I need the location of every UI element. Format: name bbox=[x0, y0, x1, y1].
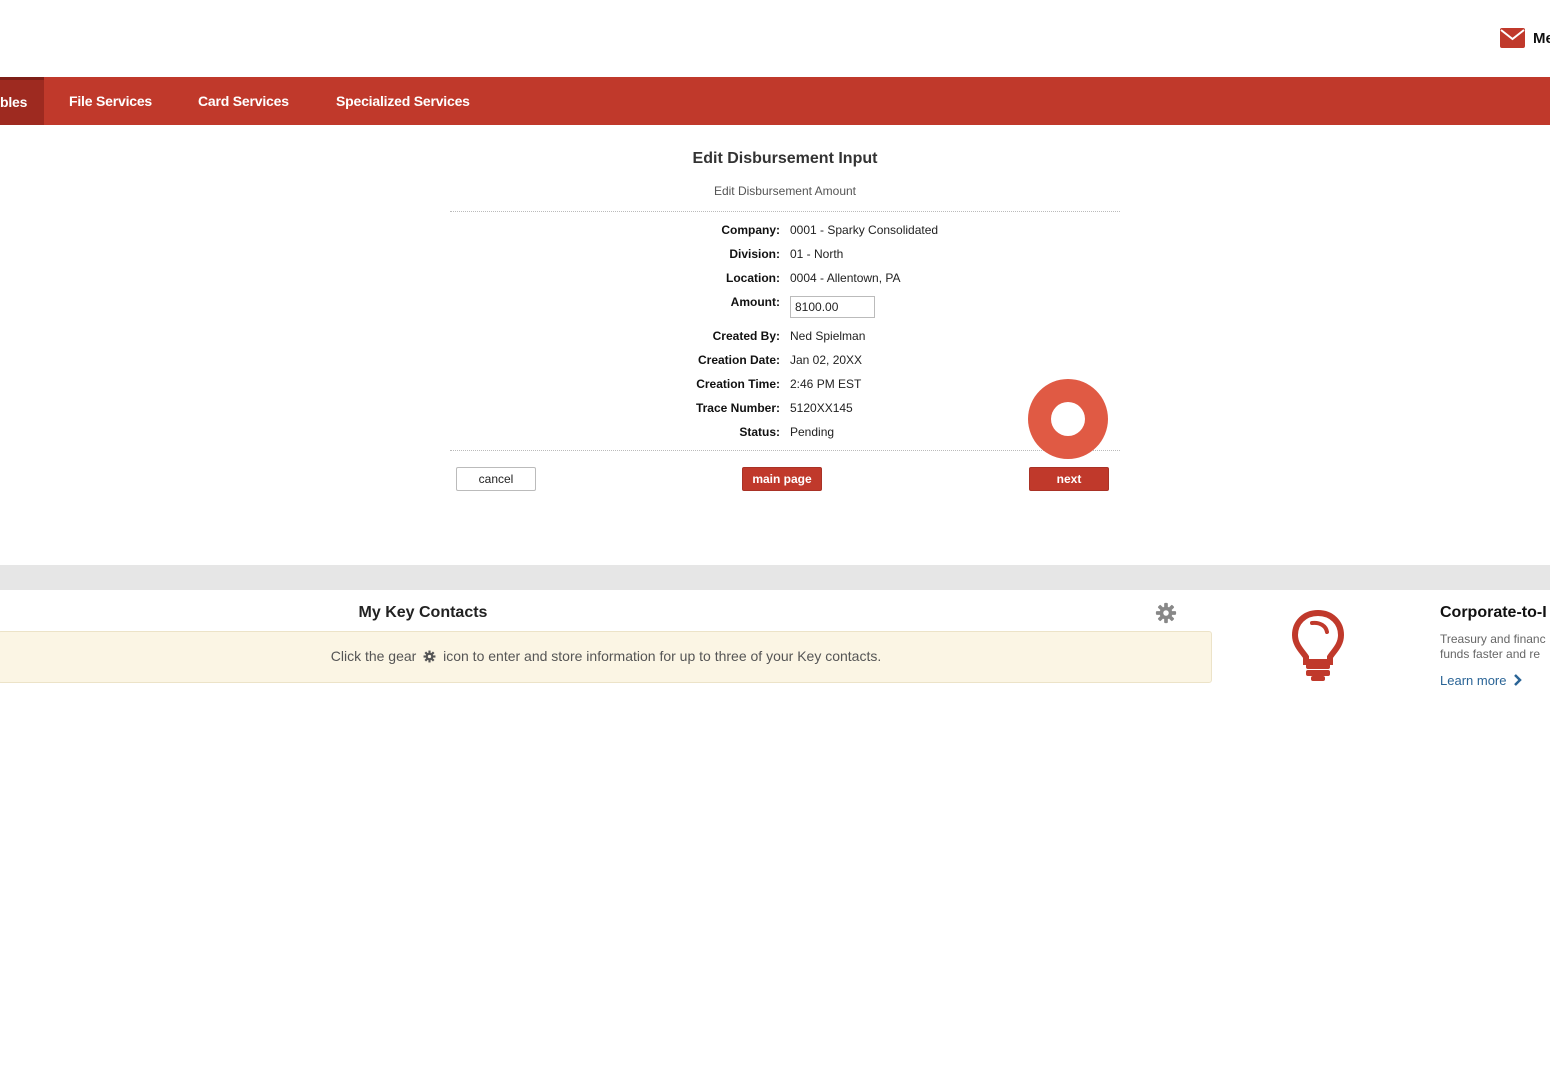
field-status: Status: Pending bbox=[450, 425, 1120, 445]
lightbulb-icon bbox=[1292, 610, 1344, 681]
main-page-button[interactable]: main page bbox=[742, 467, 822, 491]
field-created-by: Created By: Ned Spielman bbox=[450, 329, 1120, 349]
promo-title: Corporate-to-I bbox=[1440, 604, 1547, 621]
messages-link[interactable]: Me bbox=[1500, 28, 1550, 48]
field-creation-date: Creation Date: Jan 02, 20XX bbox=[450, 353, 1120, 373]
envelope-icon bbox=[1500, 28, 1525, 48]
amount-input[interactable] bbox=[790, 296, 875, 318]
field-label: Amount: bbox=[730, 295, 780, 309]
gear-icon[interactable] bbox=[1155, 602, 1177, 624]
learn-more-label: Learn more bbox=[1440, 673, 1507, 688]
field-value: 0004 - Allentown, PA bbox=[790, 271, 901, 285]
field-trace-number: Trace Number: 5120XX145 bbox=[450, 401, 1120, 421]
field-amount: Amount: bbox=[450, 295, 1120, 318]
field-location: Location: 0004 - Allentown, PA bbox=[450, 271, 1120, 291]
divider-bottom bbox=[450, 450, 1120, 451]
message-text-after: icon to enter and store information for … bbox=[443, 648, 882, 664]
field-label: Company: bbox=[721, 223, 780, 237]
field-value: 2:46 PM EST bbox=[790, 377, 862, 391]
key-contacts-title: My Key Contacts bbox=[358, 604, 488, 621]
gear-inline-icon bbox=[423, 650, 436, 663]
top-header: Me bbox=[0, 0, 1550, 77]
field-company: Company: 0001 - Sparky Consolidated bbox=[450, 223, 1120, 243]
main-nav: bles File Services Card Services Special… bbox=[0, 77, 1550, 125]
nav-item-card-services[interactable]: Card Services bbox=[198, 77, 289, 125]
field-label: Creation Date: bbox=[697, 353, 780, 367]
field-label: Creation Time: bbox=[696, 377, 780, 391]
page-title: Edit Disbursement Input bbox=[692, 150, 878, 167]
key-contacts-notice: Click the gear icon to enter and store i… bbox=[0, 631, 1212, 683]
page-subtitle: Edit Disbursement Amount bbox=[713, 184, 857, 198]
nav-item-specialized-services[interactable]: Specialized Services bbox=[336, 77, 470, 125]
nav-item-file-services[interactable]: File Services bbox=[69, 77, 152, 125]
message-text-before: Click the gear bbox=[330, 648, 417, 664]
cancel-button[interactable]: cancel bbox=[456, 467, 536, 491]
field-label: Location: bbox=[726, 271, 780, 285]
click-indicator bbox=[1028, 379, 1108, 459]
messages-label: Me bbox=[1533, 29, 1550, 47]
promo-desc-line: funds faster and re bbox=[1440, 647, 1541, 661]
field-label: Division: bbox=[729, 247, 780, 261]
field-value: Ned Spielman bbox=[790, 329, 866, 343]
section-separator bbox=[0, 565, 1550, 590]
divider-top bbox=[450, 211, 1120, 212]
field-label: Created By: bbox=[712, 329, 780, 343]
status-value: Pending bbox=[790, 425, 835, 439]
chevron-right-icon bbox=[1514, 674, 1522, 686]
nav-item-payables[interactable]: bles bbox=[0, 77, 44, 125]
field-value: 01 - North bbox=[790, 247, 844, 261]
field-label: Status: bbox=[739, 425, 780, 439]
next-button[interactable]: next bbox=[1029, 467, 1109, 491]
key-contacts-message: Click the gear icon to enter and store i… bbox=[0, 648, 1213, 664]
promo-desc-line: Treasury and financ bbox=[1440, 632, 1546, 646]
field-value: 5120XX145 bbox=[790, 401, 853, 415]
promo-description: Treasury and financ funds faster and re bbox=[1440, 632, 1550, 662]
field-value: Jan 02, 20XX bbox=[790, 353, 863, 367]
field-label: Trace Number: bbox=[695, 401, 780, 415]
field-division: Division: 01 - North bbox=[450, 247, 1120, 267]
learn-more-link[interactable]: Learn more bbox=[1440, 673, 1522, 688]
field-creation-time: Creation Time: 2:46 PM EST bbox=[450, 377, 1120, 397]
field-value: 0001 - Sparky Consolidated bbox=[790, 223, 939, 237]
